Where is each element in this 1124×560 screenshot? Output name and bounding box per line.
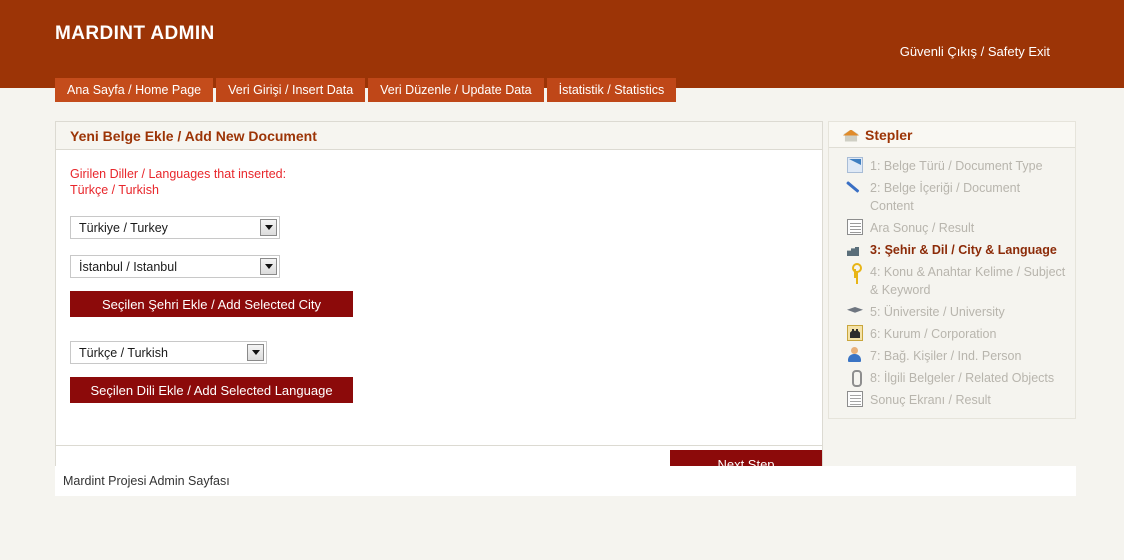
sidebar-item-label: 6: Kurum / Corporation (870, 327, 997, 341)
main-panel: Yeni Belge Ekle / Add New Document Giril… (55, 121, 823, 486)
country-select-value: Türkiye / Turkey (79, 220, 168, 235)
steps-sidebar: Stepler 1: Belge Türü / Document Type 2:… (828, 121, 1076, 419)
sidebar-item-label: 3: Şehir & Dil / City & Language (870, 243, 1057, 257)
corporation-icon (847, 325, 863, 341)
graduation-cap-icon (847, 303, 863, 319)
sidebar-item-label: 7: Bağ. Kişiler / Ind. Person (870, 349, 1022, 363)
country-select[interactable]: Türkiye / Turkey (70, 216, 280, 239)
steps-sidebar-title: Stepler (865, 126, 913, 143)
page-title: Yeni Belge Ekle / Add New Document (70, 127, 317, 144)
inserted-languages-notice: Girilen Diller / Languages that inserted… (70, 166, 808, 198)
notice-line-2: Türkçe / Turkish (70, 183, 159, 197)
content-area: Yeni Belge Ekle / Add New Document Giril… (0, 88, 1124, 560)
person-icon (847, 347, 863, 363)
language-select[interactable]: Türkçe / Turkish (70, 341, 267, 364)
tab-home-page[interactable]: Ana Sayfa / Home Page (55, 78, 214, 102)
steps-list: 1: Belge Türü / Document Type 2: Belge İ… (829, 148, 1075, 418)
sidebar-item-ind-person[interactable]: 7: Bağ. Kişiler / Ind. Person (829, 344, 1075, 366)
steps-sidebar-header: Stepler (829, 122, 1075, 148)
tab-update-data[interactable]: Veri Düzenle / Update Data (368, 78, 544, 102)
sidebar-item-final-result[interactable]: Sonuç Ekranı / Result (829, 388, 1075, 410)
chevron-down-icon[interactable] (260, 258, 277, 275)
main-panel-header: Yeni Belge Ekle / Add New Document (56, 122, 822, 150)
page-header: MARDINT ADMIN Güvenli Çıkış / Safety Exi… (0, 0, 1124, 88)
city-select-value: İstanbul / Istanbul (79, 259, 177, 274)
add-selected-language-button[interactable]: Seçilen Dili Ekle / Add Selected Languag… (70, 377, 353, 403)
tab-bar: Ana Sayfa / Home Page Veri Girişi / Inse… (55, 78, 677, 102)
paperclip-icon (847, 369, 863, 387)
notice-line-1: Girilen Diller / Languages that inserted… (70, 167, 287, 181)
grid-icon (847, 219, 863, 235)
sidebar-item-city-language[interactable]: 3: Şehir & Dil / City & Language (829, 238, 1075, 260)
sidebar-item-related-objects[interactable]: 8: İlgili Belgeler / Related Objects (829, 366, 1075, 388)
sidebar-item-university[interactable]: 5: Üniversite / University (829, 300, 1075, 322)
main-panel-body: Girilen Diller / Languages that inserted… (56, 150, 822, 445)
language-select-value: Türkçe / Turkish (79, 345, 168, 360)
sidebar-item-corporation[interactable]: 6: Kurum / Corporation (829, 322, 1075, 344)
sidebar-item-label: 2: Belge İçeriği / Document Content (870, 181, 1021, 213)
pen-icon (847, 179, 863, 195)
tab-insert-data[interactable]: Veri Girişi / Insert Data (216, 78, 366, 102)
sidebar-item-label: 8: İlgili Belgeler / Related Objects (870, 371, 1055, 385)
footer-bar: Mardint Projesi Admin Sayfası (55, 466, 1076, 496)
sidebar-item-label: 4: Konu & Anahtar Kelime / Subject & Key… (870, 265, 1066, 297)
chevron-down-icon[interactable] (247, 344, 264, 361)
city-select[interactable]: İstanbul / Istanbul (70, 255, 280, 278)
sidebar-item-document-type[interactable]: 1: Belge Türü / Document Type (829, 154, 1075, 176)
result-grid-icon (847, 391, 863, 407)
sidebar-item-subject-keyword[interactable]: 4: Konu & Anahtar Kelime / Subject & Key… (829, 260, 1075, 300)
home-icon (843, 128, 859, 144)
sidebar-item-label: 5: Üniversite / University (870, 305, 1005, 319)
sidebar-item-label: Sonuç Ekranı / Result (870, 393, 991, 407)
sidebar-item-label: 1: Belge Türü / Document Type (870, 159, 1043, 173)
add-selected-city-button[interactable]: Seçilen Şehri Ekle / Add Selected City (70, 291, 353, 317)
document-icon (847, 157, 863, 173)
brand-title: MARDINT ADMIN (55, 23, 215, 44)
tab-statistics[interactable]: İstatistik / Statistics (546, 78, 677, 102)
factory-icon (847, 241, 863, 257)
sidebar-item-document-content[interactable]: 2: Belge İçeriği / Document Content (829, 176, 1075, 216)
chevron-down-icon[interactable] (260, 219, 277, 236)
footer-text: Mardint Projesi Admin Sayfası (63, 474, 230, 488)
key-icon (847, 263, 863, 279)
logout-link[interactable]: Güvenli Çıkış / Safety Exit (900, 44, 1050, 59)
sidebar-item-label: Ara Sonuç / Result (870, 221, 975, 235)
sidebar-item-interim-result[interactable]: Ara Sonuç / Result (829, 216, 1075, 238)
